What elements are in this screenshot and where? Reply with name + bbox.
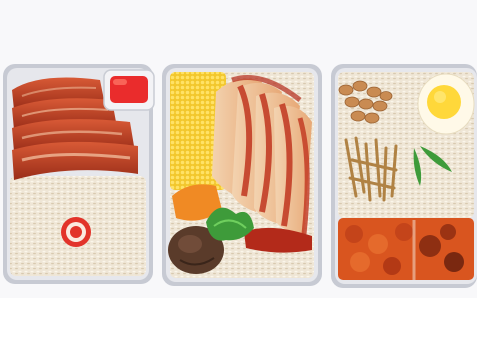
nasi-lemak-tray (331, 64, 477, 288)
chili-sauce-cup (103, 69, 155, 111)
char-siu-rice-tray (3, 64, 155, 284)
chili-garnish (61, 217, 91, 247)
meal-trays-photo (0, 0, 477, 346)
sambal (338, 218, 474, 280)
boiled-egg (417, 73, 475, 135)
chicken-rice-tray (162, 64, 322, 286)
